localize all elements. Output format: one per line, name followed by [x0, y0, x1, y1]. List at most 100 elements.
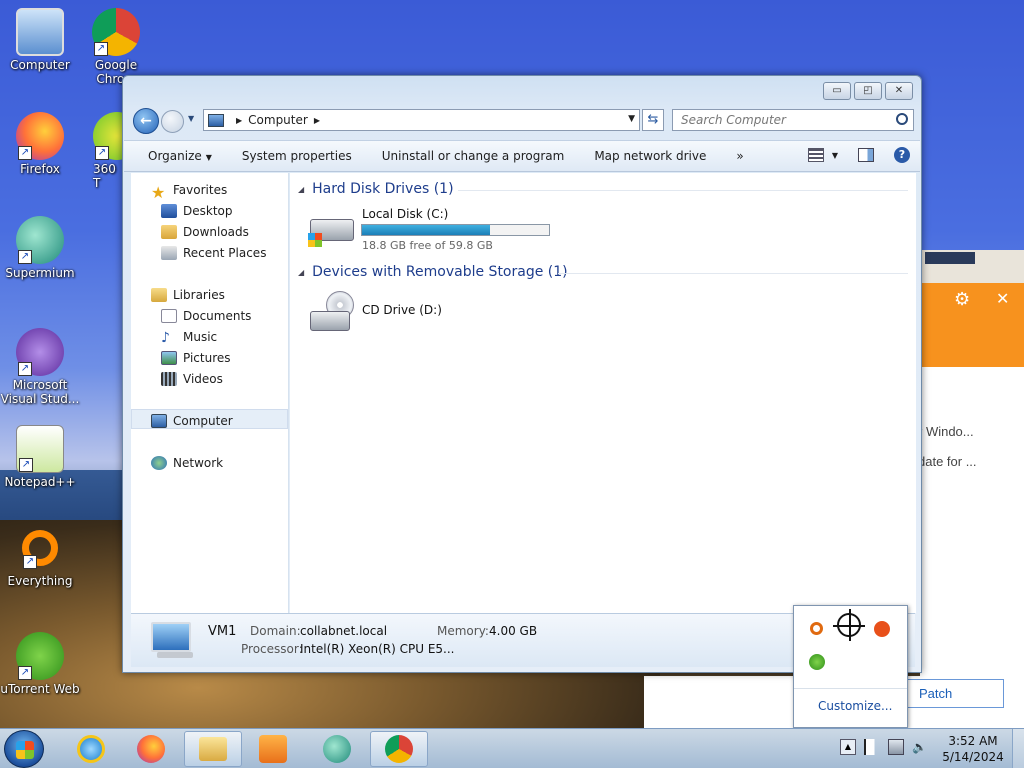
- start-button[interactable]: [4, 730, 44, 768]
- crosshair-icon[interactable]: [833, 609, 865, 641]
- desktop-icon-label: Computer: [10, 58, 70, 72]
- supermium-icon: ↗: [16, 216, 64, 264]
- change-view-button[interactable]: ▼: [807, 148, 838, 162]
- desktop-icon-utorrent[interactable]: ↗ uTorrent Web: [0, 632, 80, 696]
- collapse-triangle-icon[interactable]: ◢: [298, 268, 304, 277]
- drive-c[interactable]: Local Disk (C:) 18.8 GB free of 59.8 GB: [306, 207, 566, 257]
- nav-desktop[interactable]: Desktop: [161, 204, 233, 218]
- taskbar-chrome[interactable]: [370, 731, 428, 767]
- taskbar-firefox[interactable]: [122, 731, 180, 767]
- shortcut-arrow-icon: ↗: [19, 458, 33, 472]
- background-app-body: [920, 367, 1024, 728]
- desktop-icon-notepadpp[interactable]: ↗ Notepad++: [0, 425, 80, 489]
- recent-pages-dropdown[interactable]: ▼: [188, 114, 194, 123]
- desktop-icon-firefox[interactable]: ↗ Firefox: [0, 112, 80, 176]
- nav-recent-places[interactable]: Recent Places: [161, 246, 266, 260]
- computer-name: VM1: [208, 624, 237, 639]
- group-header-removable[interactable]: ◢ Devices with Removable Storage (1): [298, 264, 568, 280]
- address-dropdown-icon[interactable]: ▼: [628, 114, 635, 124]
- desktop-icon-visual-studio[interactable]: ↗ Microsoft Visual Stud...: [0, 328, 80, 406]
- pictures-icon: [161, 351, 177, 365]
- nav-music[interactable]: ♪ Music: [161, 330, 217, 346]
- more-commands-button[interactable]: »: [736, 149, 743, 163]
- background-app-header: ⚙ ✕: [920, 283, 1024, 367]
- organize-button[interactable]: Organize ▼: [148, 149, 212, 163]
- explorer-window[interactable]: ▭ ◰ ✕ ← ▼ ▶ Computer ▶ ▼ ⇆ Search Comput…: [122, 75, 922, 673]
- desktop-icon-supermium[interactable]: ↗ Supermium: [0, 216, 80, 280]
- nav-videos[interactable]: Videos: [161, 372, 223, 386]
- nav-network[interactable]: Network: [151, 456, 223, 470]
- patch-button[interactable]: Patch: [904, 679, 1004, 708]
- blocked-tray-icon[interactable]: [874, 621, 890, 637]
- uninstall-button[interactable]: Uninstall or change a program: [382, 149, 565, 163]
- wallpaper-house-roof: [925, 252, 975, 264]
- search-icon[interactable]: [896, 113, 908, 125]
- breadcrumb-computer[interactable]: Computer: [248, 113, 308, 127]
- system-properties-button[interactable]: System properties: [242, 149, 352, 163]
- refresh-button[interactable]: ⇆: [642, 109, 664, 131]
- network-icon: [151, 456, 167, 470]
- group-header-hdd[interactable]: ◢ Hard Disk Drives (1): [298, 181, 454, 197]
- memory-label: Memory:: [437, 624, 489, 638]
- taskbar-ie[interactable]: [62, 731, 120, 767]
- nav-libraries[interactable]: Libraries: [151, 288, 225, 302]
- help-icon[interactable]: ?: [894, 147, 910, 163]
- action-center-flag-icon[interactable]: [864, 739, 880, 755]
- domain-label: Domain:: [250, 624, 301, 638]
- shortcut-arrow-icon: ↗: [94, 42, 108, 56]
- address-bar[interactable]: ▶ Computer ▶ ▼: [203, 109, 640, 131]
- nav-downloads[interactable]: Downloads: [161, 225, 249, 239]
- nav-computer[interactable]: Computer: [151, 414, 233, 428]
- breadcrumb-arrow-icon[interactable]: ▶: [236, 116, 242, 125]
- taskbar-supermium[interactable]: [308, 731, 366, 767]
- everything-icon: ↗: [22, 530, 58, 569]
- taskbar-explorer[interactable]: [184, 731, 242, 767]
- windows-logo-icon: [308, 233, 322, 247]
- taskbar-media-player[interactable]: [244, 731, 302, 767]
- close-icon[interactable]: ✕: [996, 289, 1009, 308]
- command-bar: Organize ▼ System properties Uninstall or…: [124, 140, 920, 172]
- minimize-button[interactable]: ▭: [823, 82, 851, 100]
- libraries-icon: [151, 288, 167, 302]
- desktop-icon-360[interactable]: ↗ 360 T Secu...: [77, 112, 127, 190]
- show-desktop-button[interactable]: [1012, 729, 1024, 768]
- desktop-icon-label: Firefox: [20, 162, 60, 176]
- visual-studio-icon: ↗: [16, 328, 64, 376]
- drive-d[interactable]: CD Drive (D:): [306, 291, 506, 337]
- nav-favorites[interactable]: ★ Favorites: [151, 183, 227, 202]
- music-icon: ♪: [161, 330, 170, 346]
- notification-overflow-popup: Customize...: [793, 605, 908, 728]
- videos-icon: [161, 372, 177, 386]
- map-network-drive-button[interactable]: Map network drive: [594, 149, 706, 163]
- utorrent-tray-icon[interactable]: [809, 654, 825, 670]
- search-tray-icon[interactable]: [810, 622, 823, 635]
- volume-muted-icon[interactable]: 🔈: [912, 739, 928, 755]
- media-player-icon: [259, 735, 287, 763]
- downloads-folder-icon: [161, 225, 177, 239]
- nav-documents[interactable]: Documents: [161, 309, 251, 323]
- chevron-down-icon: ▼: [205, 153, 212, 162]
- maximize-button[interactable]: ◰: [854, 82, 882, 100]
- forward-button[interactable]: [161, 110, 184, 133]
- desktop-icon-label: Supermium: [5, 266, 75, 280]
- command-bar-right: ▼ ?: [807, 147, 910, 163]
- collapse-triangle-icon[interactable]: ◢: [298, 185, 304, 194]
- supermium-icon: [323, 735, 351, 763]
- network-status-icon[interactable]: [888, 739, 904, 755]
- drive-d-name: CD Drive (D:): [362, 303, 442, 317]
- search-input[interactable]: Search Computer: [672, 109, 914, 131]
- utorrent-icon: ↗: [16, 632, 64, 680]
- desktop-icon-everything[interactable]: ↗ Everything: [0, 530, 80, 588]
- back-button[interactable]: ←: [133, 108, 159, 134]
- close-button[interactable]: ✕: [885, 82, 913, 100]
- navigation-row: ← ▼ ▶ Computer ▶ ▼ ⇆ Search Computer: [131, 106, 915, 134]
- show-hidden-icons-button[interactable]: ▲: [840, 739, 856, 755]
- taskbar-clock[interactable]: 3:52 AM 5/14/2024: [940, 733, 1006, 765]
- gear-icon[interactable]: ⚙: [954, 289, 970, 310]
- nav-pictures[interactable]: Pictures: [161, 351, 231, 365]
- preview-pane-button[interactable]: [858, 148, 874, 162]
- file-list: ◢ Hard Disk Drives (1) Local Disk (C:) 1…: [290, 173, 916, 613]
- customize-link[interactable]: Customize...: [818, 699, 892, 713]
- desktop-icon-computer[interactable]: Computer: [0, 8, 80, 72]
- breadcrumb-arrow-icon[interactable]: ▶: [314, 116, 320, 125]
